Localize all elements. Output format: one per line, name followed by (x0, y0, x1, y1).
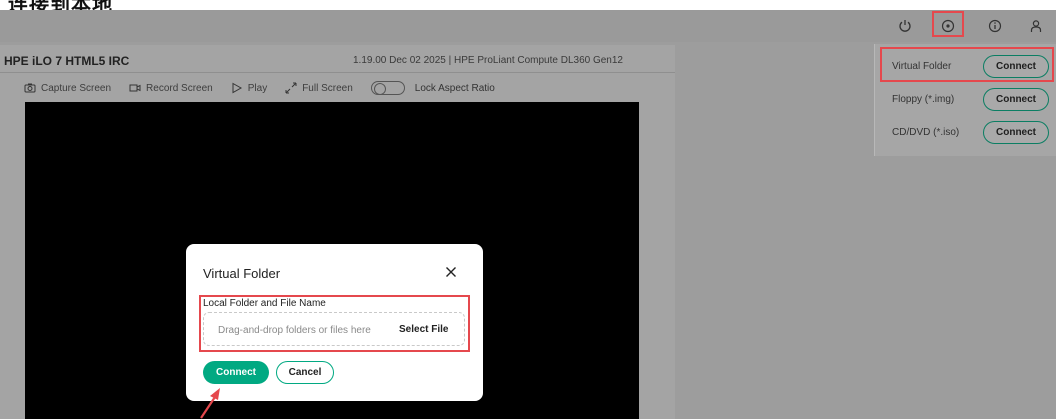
connect-button[interactable]: Connect (203, 361, 269, 384)
virtual-folder-dialog: Virtual Folder Local Folder and File Nam… (186, 244, 483, 401)
record-screen-label: Record Screen (146, 82, 213, 94)
media-label: Floppy (*.img) (892, 94, 955, 105)
capture-screen-button[interactable]: Capture Screen (24, 82, 111, 94)
virtual-folder-highlight-box (880, 47, 1054, 82)
info-icon[interactable] (983, 14, 1007, 38)
camera-icon (24, 83, 36, 93)
console-header: HPE iLO 7 HTML5 IRC 1.19.00 Dec 02 2025 … (0, 45, 675, 73)
lock-aspect-toggle[interactable] (370, 81, 405, 95)
console-version-info: 1.19.00 Dec 02 2025 | HPE ProLiant Compu… (353, 55, 623, 66)
user-icon[interactable] (1024, 14, 1048, 38)
virtual-media-highlight-box (932, 11, 964, 37)
floppy-connect-button[interactable]: Connect (983, 88, 1049, 111)
video-icon (129, 84, 141, 92)
lock-aspect-label: Lock Aspect Ratio (414, 82, 495, 94)
close-icon[interactable] (442, 263, 460, 281)
console-toolbar: Capture Screen Record Screen Play Full S… (24, 80, 495, 96)
play-icon (232, 82, 242, 94)
media-label: CD/DVD (*.iso) (892, 127, 960, 138)
caption-strip: 连接到本地 (0, 0, 1056, 10)
top-bar (0, 10, 1056, 42)
capture-screen-label: Capture Screen (41, 82, 112, 94)
annotation-arrow-icon (200, 388, 220, 419)
console-divider (0, 72, 675, 73)
power-icon[interactable] (893, 14, 917, 38)
caption-text: 连接到本地 (8, 0, 113, 10)
play-label: Play (247, 82, 268, 94)
cancel-button[interactable]: Cancel (276, 361, 334, 384)
media-row-floppy: Floppy (*.img) Connect (875, 84, 1056, 116)
play-button[interactable]: Play (231, 82, 267, 94)
full-screen-label: Full Screen (302, 82, 353, 94)
cd-dvd-connect-button[interactable]: Connect (983, 121, 1049, 144)
record-screen-button[interactable]: Record Screen (129, 82, 213, 94)
media-row-cd-dvd: CD/DVD (*.iso) Connect (875, 117, 1056, 149)
field-highlight-box (199, 295, 470, 352)
console-title: HPE iLO 7 HTML5 IRC (4, 54, 130, 68)
expand-icon (285, 82, 297, 94)
dialog-title: Virtual Folder (203, 266, 281, 281)
full-screen-button[interactable]: Full Screen (285, 82, 353, 94)
